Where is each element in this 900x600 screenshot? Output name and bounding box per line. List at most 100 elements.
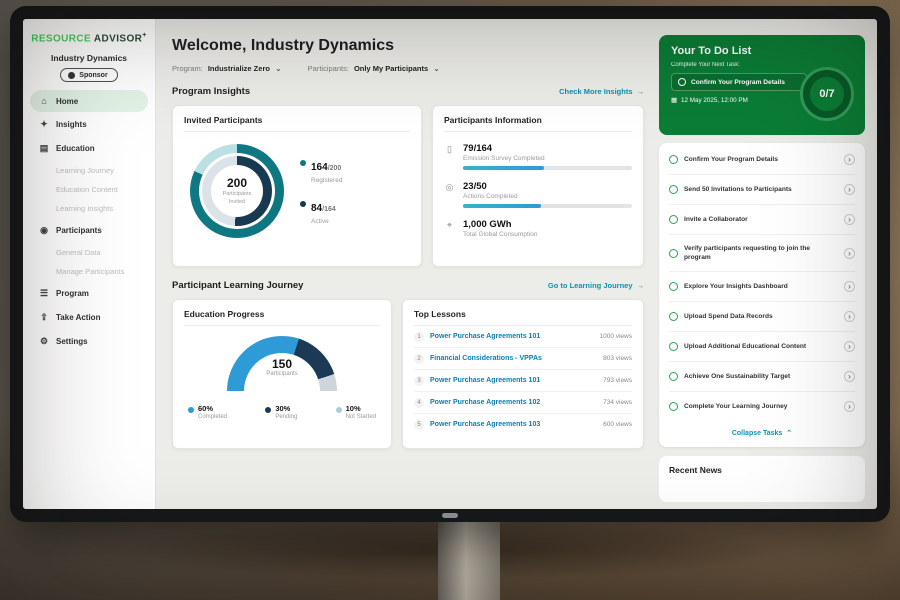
target-icon: ◎: [444, 182, 455, 193]
actions-label: Actions Completed: [463, 193, 632, 200]
pending-dot-icon: [265, 407, 271, 413]
sidebar-item-program[interactable]: ☰ Program: [30, 282, 148, 305]
chevron-right-icon[interactable]: ›: [844, 214, 855, 225]
task-checkbox[interactable]: [669, 155, 678, 164]
app-logo: RESOURCE ADVISOR+: [23, 19, 155, 44]
consumption-value: 1,000 GWh: [463, 219, 632, 230]
education-progress-card: Education Progress 150 Participants: [172, 299, 392, 449]
sidebar-item-learning-journey[interactable]: Learning Journey: [30, 161, 148, 180]
task-row[interactable]: Complete Your Learning Journey ›: [669, 392, 855, 421]
task-row[interactable]: Send 50 Invitations to Participants ›: [669, 175, 855, 205]
take-action-icon: ⇪: [39, 312, 49, 323]
task-row[interactable]: Verify participants requesting to join t…: [669, 235, 855, 272]
task-label: Verify participants requesting to join t…: [684, 244, 838, 262]
go-to-learning-journey-link[interactable]: Go to Learning Journey →: [548, 281, 644, 290]
chevron-right-icon[interactable]: ›: [844, 371, 855, 382]
task-checkbox[interactable]: [669, 249, 678, 258]
collapse-tasks-link[interactable]: Collapse Tasks ⌃: [669, 421, 855, 445]
monitor-bezel: RESOURCE ADVISOR+ Industry Dynamics Spon…: [10, 6, 890, 522]
chevron-right-icon[interactable]: ›: [844, 248, 855, 259]
task-checkbox[interactable]: [669, 215, 678, 224]
emission-progress-bar: [463, 166, 632, 170]
emission-value: 79/164: [463, 143, 632, 154]
task-checkbox[interactable]: [669, 402, 678, 411]
task-row[interactable]: Explore Your Insights Dashboard ›: [669, 272, 855, 302]
sidebar-item-education-content[interactable]: Education Content: [30, 180, 148, 199]
sidebar-item-insights[interactable]: ✦ Insights: [30, 113, 148, 136]
lesson-row: 4 Power Purchase Agreements 102 734 view…: [414, 392, 632, 414]
program-icon: ☰: [39, 288, 49, 299]
lesson-views: 600 views: [603, 421, 632, 428]
arrow-right-icon: →: [637, 87, 645, 96]
legend-active: 84/164 Active: [300, 198, 342, 225]
card-title: Education Progress: [184, 309, 380, 326]
filter-bar: Program: Industrialize Zero ⌄ Participan…: [172, 64, 644, 73]
program-filter[interactable]: Program: Industrialize Zero ⌄: [172, 64, 282, 73]
lesson-rank: 3: [414, 376, 424, 386]
task-row[interactable]: Confirm Your Program Details ›: [669, 145, 855, 175]
learning-cards-row: Education Progress 150 Participants: [172, 299, 644, 449]
next-task-label: Confirm Your Program Details: [691, 79, 785, 86]
logo-advisor: ADVISOR: [94, 33, 142, 44]
task-checkbox[interactable]: [669, 185, 678, 194]
sidebar-item-education[interactable]: ▤ Education: [30, 137, 148, 160]
registered-label: Registered: [311, 177, 342, 184]
task-row[interactable]: Upload Additional Educational Content ›: [669, 332, 855, 362]
task-checkbox[interactable]: [669, 372, 678, 381]
lesson-views: 734 views: [603, 399, 632, 406]
sidebar-item-home[interactable]: ⌂ Home: [30, 90, 148, 112]
lesson-row: 2 Financial Considerations - VPPAs 803 v…: [414, 348, 632, 370]
chevron-down-icon: ⌄: [275, 64, 282, 73]
sponsor-icon: [68, 72, 75, 79]
sidebar-item-manage-participants[interactable]: Manage Participants: [30, 262, 148, 281]
chevron-right-icon[interactable]: ›: [844, 401, 855, 412]
task-label: Upload Additional Educational Content: [684, 342, 838, 351]
sidebar-item-general-data[interactable]: General Data: [30, 243, 148, 262]
pending-label: Pending: [275, 414, 297, 420]
card-title: Participants Information: [444, 115, 632, 132]
participants-information-card: Participants Information ▯ 79/164 Emissi…: [432, 105, 644, 267]
participants-filter[interactable]: Participants: Only My Participants ⌄: [308, 64, 440, 73]
chevron-right-icon[interactable]: ›: [844, 184, 855, 195]
section-title: Participant Learning Journey: [172, 280, 303, 291]
program-filter-label: Program:: [172, 64, 203, 73]
todo-panel: Your To Do List Complete Your Next Task:…: [659, 19, 865, 502]
chevron-right-icon[interactable]: ›: [844, 281, 855, 292]
registered-dot-icon: [300, 160, 306, 166]
sidebar-item-take-action[interactable]: ⇪ Take Action: [30, 306, 148, 329]
task-row[interactable]: Upload Spend Data Records ›: [669, 302, 855, 332]
legend-not-started: 10% Not Started: [336, 404, 376, 420]
lesson-link[interactable]: Financial Considerations - VPPAs: [430, 355, 597, 362]
sidebar-item-participants[interactable]: ◉ Participants: [30, 219, 148, 242]
todo-title: Your To Do List: [671, 45, 853, 57]
card-title: Top Lessons: [414, 309, 632, 326]
org-name: Industry Dynamics: [23, 53, 155, 63]
todo-progress-value: 0/7: [810, 77, 844, 111]
lesson-link[interactable]: Power Purchase Agreements 103: [430, 421, 597, 428]
lesson-link[interactable]: Power Purchase Agreements 102: [430, 399, 597, 406]
lesson-rank: 2: [414, 354, 424, 364]
completed-label: Completed: [198, 414, 227, 420]
lesson-link[interactable]: Power Purchase Agreements 101: [430, 377, 597, 384]
next-task-pill[interactable]: Confirm Your Program Details: [671, 73, 807, 91]
sponsor-label: Sponsor: [79, 72, 107, 79]
chevron-right-icon[interactable]: ›: [844, 311, 855, 322]
task-label: Complete Your Learning Journey: [684, 402, 838, 411]
lesson-link[interactable]: Power Purchase Agreements 101: [430, 333, 593, 340]
task-row[interactable]: Achieve One Sustainability Target ›: [669, 362, 855, 392]
due-date-label: 12 May 2025, 12:00 PM: [681, 97, 748, 104]
task-checkbox[interactable]: [669, 312, 678, 321]
task-row[interactable]: Invite a Collaborator ›: [669, 205, 855, 235]
check-more-insights-link[interactable]: Check More Insights →: [559, 87, 644, 96]
checkbox-circle-icon: [678, 78, 686, 86]
sidebar-item-learning-insights[interactable]: Learning Insights: [30, 199, 148, 218]
chevron-right-icon[interactable]: ›: [844, 154, 855, 165]
task-checkbox[interactable]: [669, 342, 678, 351]
insights-cards-row: Invited Participants 200 Participants In…: [172, 105, 644, 267]
chevron-right-icon[interactable]: ›: [844, 341, 855, 352]
arrow-right-icon: →: [637, 281, 645, 290]
lesson-row: 5 Power Purchase Agreements 103 600 view…: [414, 414, 632, 435]
chevron-up-icon: ⌃: [786, 429, 792, 437]
task-checkbox[interactable]: [669, 282, 678, 291]
sidebar-item-settings[interactable]: ⚙ Settings: [30, 330, 148, 353]
